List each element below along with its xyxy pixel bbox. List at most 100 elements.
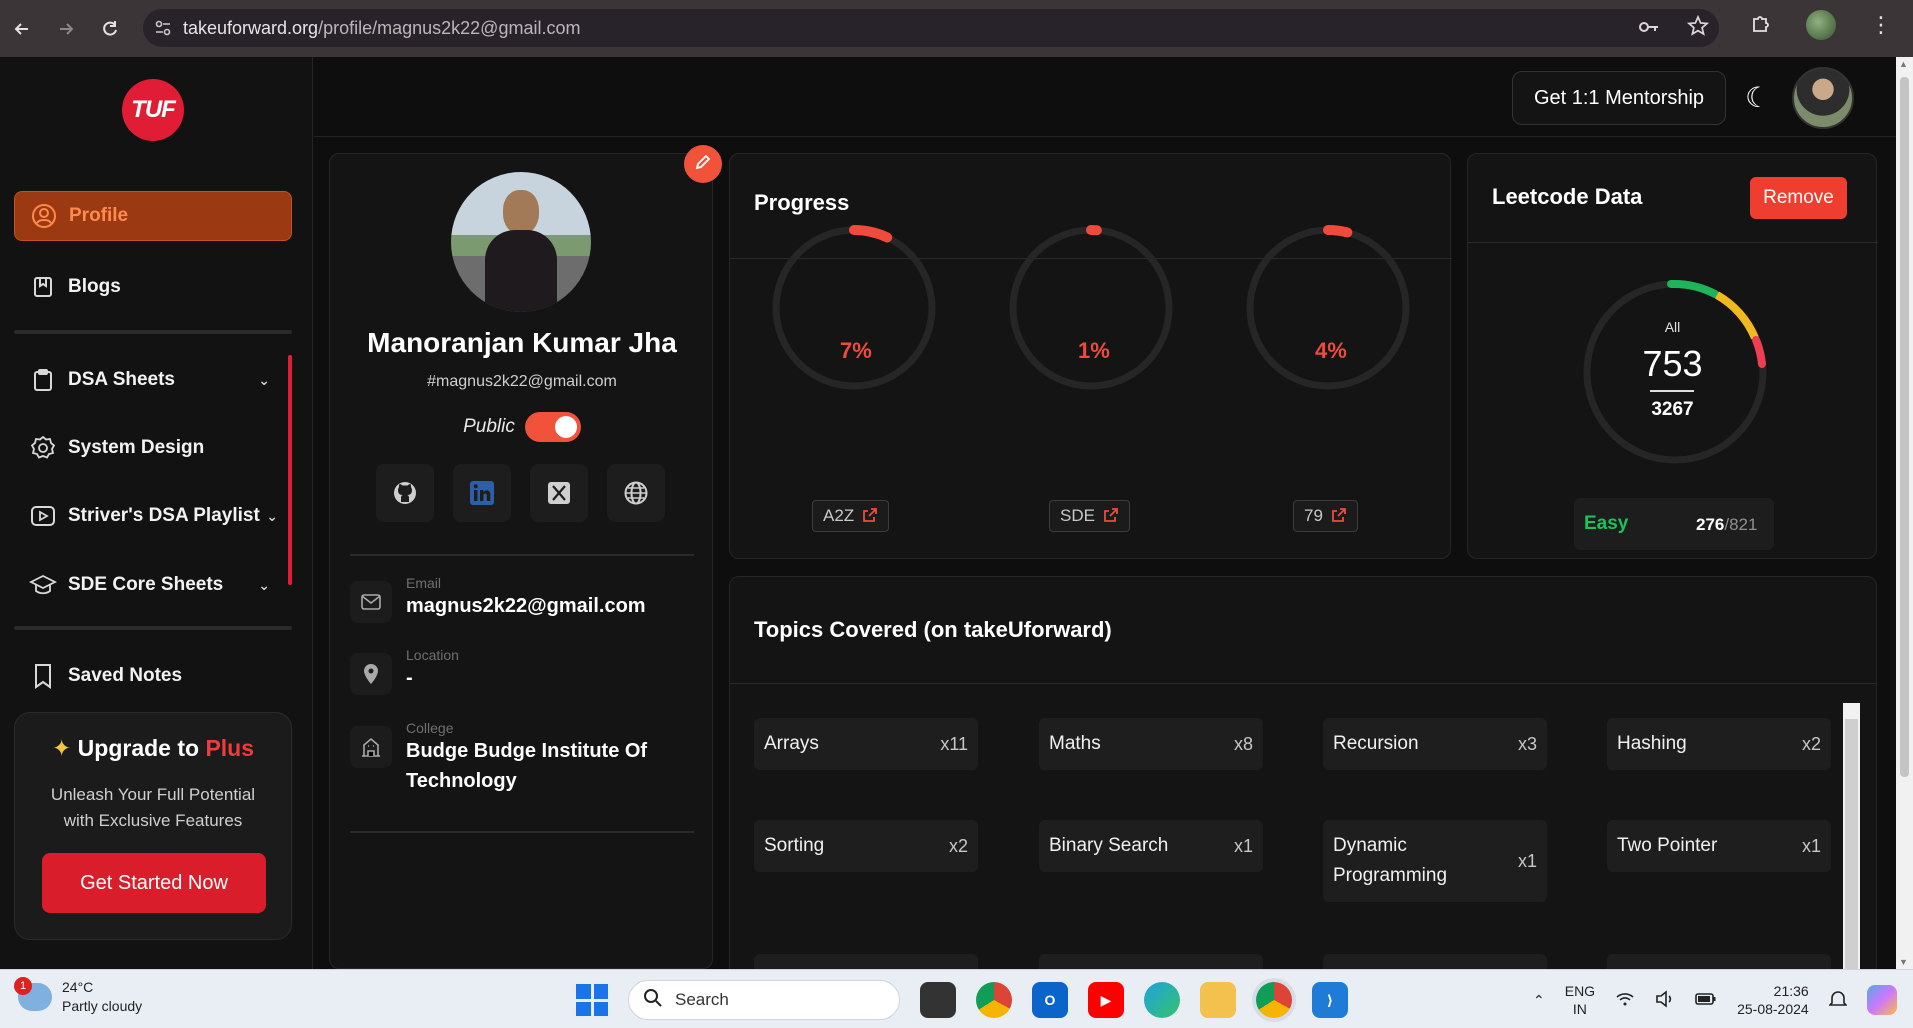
- browser-profile-avatar[interactable]: [1806, 10, 1836, 40]
- leetcode-easy-stat: Easy 276/821: [1574, 498, 1774, 550]
- avatar[interactable]: [1792, 67, 1854, 129]
- windows-start-icon[interactable]: [576, 984, 608, 1016]
- x-twitter-icon[interactable]: [530, 464, 588, 522]
- copilot-icon[interactable]: [1866, 985, 1897, 1015]
- sidebar-item-label: Blogs: [68, 276, 121, 297]
- file-explorer-icon[interactable]: [1200, 982, 1236, 1018]
- topic-chip[interactable]: Two Pointer x1: [1607, 820, 1831, 872]
- sidebar-item-dsa-playlist[interactable]: Striver's DSA Playlist ⌄: [14, 491, 292, 541]
- progress-link-79[interactable]: 79: [1293, 500, 1358, 532]
- topic-chip[interactable]: [1607, 954, 1831, 969]
- topic-chip[interactable]: Maths x8: [1039, 718, 1263, 770]
- upgrade-card: ✦ Upgrade to Plus Unleash Your Full Pote…: [14, 712, 292, 940]
- book-icon: [28, 275, 58, 299]
- sidebar-item-blogs[interactable]: Blogs: [14, 262, 292, 312]
- extensions-icon[interactable]: [1750, 12, 1772, 39]
- visibility-label: Public: [463, 416, 515, 437]
- topic-chip[interactable]: [1039, 954, 1263, 969]
- profile-name: Manoranjan Kumar Jha: [367, 327, 677, 358]
- chevron-down-icon[interactable]: ⌄: [258, 577, 270, 594]
- youtube-app-icon[interactable]: ▶: [1088, 982, 1124, 1018]
- remove-leetcode-button[interactable]: Remove: [1750, 177, 1847, 219]
- address-bar[interactable]: takeuforward.org/profile/magnus2k22@gmai…: [143, 9, 1719, 47]
- get-started-button[interactable]: Get Started Now: [42, 853, 266, 913]
- weather-widget[interactable]: 1 24°C Partly cloudy: [14, 977, 142, 1016]
- edit-profile-button[interactable]: [684, 145, 722, 183]
- topic-chip[interactable]: [754, 954, 978, 969]
- gear-icon: [28, 435, 58, 461]
- progress-percent-sde: 1%: [1078, 338, 1110, 363]
- sidebar-item-saved-notes[interactable]: Saved Notes: [14, 651, 292, 701]
- topics-title: Topics Covered (on takeUforward): [754, 617, 1112, 642]
- external-link-icon: [1331, 507, 1347, 526]
- sidebar-item-dsa-sheets[interactable]: DSA Sheets ⌄: [14, 355, 292, 405]
- pencil-icon: [694, 153, 712, 176]
- bookmark-star-icon[interactable]: [1686, 14, 1710, 44]
- profile-divider: [350, 831, 694, 833]
- battery-icon[interactable]: [1695, 992, 1717, 1009]
- sidebar-item-system-design[interactable]: System Design: [14, 423, 292, 473]
- mentorship-button[interactable]: Get 1:1 Mentorship: [1512, 71, 1726, 125]
- leetcode-title: Leetcode Data: [1492, 184, 1643, 209]
- chrome-app-icon[interactable]: [976, 982, 1012, 1018]
- site-settings-icon[interactable]: [143, 19, 183, 37]
- bookmark-icon: [28, 663, 58, 689]
- topic-chip[interactable]: [1323, 954, 1547, 969]
- moon-icon[interactable]: ☾: [1745, 81, 1770, 114]
- globe-icon[interactable]: [607, 464, 665, 522]
- location-pin-icon: [350, 653, 392, 695]
- vscode-app-icon[interactable]: ⟩: [1312, 982, 1348, 1018]
- sidebar-item-profile[interactable]: Profile: [14, 191, 292, 241]
- linkedin-icon[interactable]: [453, 464, 511, 522]
- sidebar-divider: [14, 330, 292, 334]
- upgrade-description: Unleash Your Full Potential with Exclusi…: [50, 785, 256, 830]
- leetcode-total-count: 3267: [1651, 399, 1694, 420]
- language-indicator[interactable]: ENG IN: [1565, 982, 1595, 1018]
- github-icon[interactable]: [376, 464, 434, 522]
- sidebar-item-label: DSA Sheets: [68, 369, 175, 390]
- topic-chip[interactable]: Hashing x2: [1607, 718, 1831, 770]
- leetcode-all-label: All: [1664, 319, 1681, 335]
- card-divider: [730, 683, 1876, 684]
- wifi-icon[interactable]: [1615, 991, 1635, 1010]
- windows-taskbar: 1 24°C Partly cloudy Search O ▶ ⟩ ⌃ ENG …: [0, 969, 1913, 1028]
- sidebar: TUF Profile Blogs DSA Sheets ⌄ System De…: [0, 57, 313, 969]
- topic-chip[interactable]: Arrays x11: [754, 718, 978, 770]
- chevron-down-icon[interactable]: ⌄: [258, 372, 270, 389]
- mail-icon: [350, 581, 392, 623]
- topic-chip[interactable]: Binary Search x1: [1039, 820, 1263, 872]
- edge-app-icon[interactable]: [1144, 982, 1180, 1018]
- topic-chip[interactable]: Dynamic Programming x1: [1323, 820, 1547, 902]
- page-scrollbar[interactable]: ▲ ▼: [1896, 57, 1913, 969]
- password-key-icon[interactable]: [1637, 15, 1661, 44]
- tuf-logo[interactable]: TUF: [122, 79, 184, 141]
- external-link-icon: [1103, 507, 1119, 526]
- sparkle-icon: ✦: [51, 735, 72, 761]
- weather-cloud-icon: 1: [14, 977, 52, 1011]
- notification-badge: 1: [14, 977, 32, 995]
- search-icon: [643, 988, 663, 1013]
- back-icon[interactable]: [0, 7, 44, 51]
- sidebar-item-sde-core-sheets[interactable]: SDE Core Sheets ⌄: [14, 560, 292, 610]
- task-view-icon[interactable]: [920, 982, 956, 1018]
- progress-link-a2z[interactable]: A2Z: [812, 500, 890, 532]
- notification-bell-icon[interactable]: [1827, 989, 1848, 1012]
- taskbar-search[interactable]: Search: [628, 980, 900, 1020]
- progress-link-sde[interactable]: SDE: [1049, 500, 1130, 532]
- chevron-up-icon[interactable]: ⌃: [1533, 992, 1545, 1009]
- profile-divider: [350, 554, 694, 556]
- outlook-app-icon[interactable]: O: [1032, 982, 1068, 1018]
- browser-menu-icon[interactable]: ⋮: [1870, 12, 1892, 38]
- topics-scrollbar[interactable]: [1843, 703, 1860, 969]
- topic-chip[interactable]: Sorting x2: [754, 820, 978, 872]
- visibility-toggle[interactable]: [524, 412, 581, 442]
- topic-chip[interactable]: Recursion x3: [1323, 718, 1547, 770]
- forward-icon[interactable]: [44, 7, 88, 51]
- chevron-down-icon[interactable]: ⌄: [266, 508, 278, 525]
- profile-card: Manoranjan Kumar Jha #magnus2k22@gmail.c…: [329, 153, 713, 969]
- chrome-active-app-icon[interactable]: [1256, 982, 1292, 1018]
- system-clock[interactable]: 21:36 25-08-2024: [1737, 982, 1809, 1018]
- sidebar-divider: [14, 626, 292, 630]
- volume-icon[interactable]: [1655, 989, 1675, 1011]
- reload-icon[interactable]: [88, 7, 132, 51]
